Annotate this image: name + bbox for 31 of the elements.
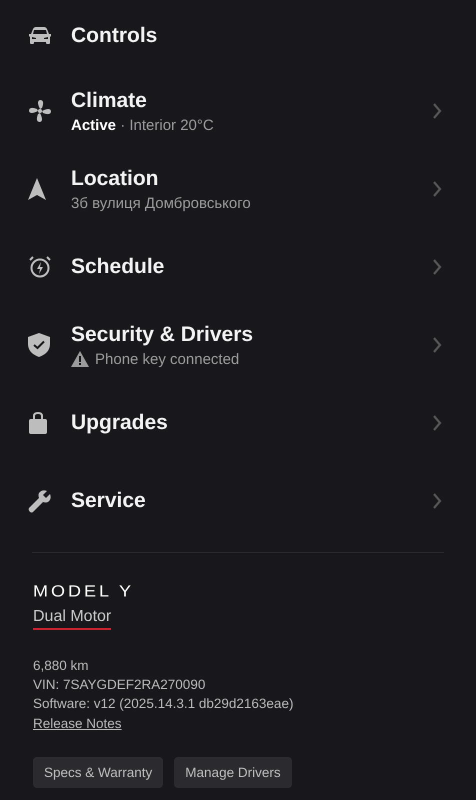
action-button[interactable]: Specs & Warranty [33, 757, 164, 788]
shopping-bag-icon [28, 412, 48, 434]
vin-text: VIN: 7SAYGDEF2RA270090 [33, 676, 206, 694]
menu-item-title[interactable]: Service [71, 489, 146, 513]
chevron-right-icon[interactable] [432, 181, 442, 197]
model-wordmark: MODEL Y [33, 582, 134, 601]
menu-item-title[interactable]: Controls [71, 24, 158, 48]
menu-item-title[interactable]: Location [71, 166, 158, 190]
wrench-icon [28, 489, 52, 513]
release-notes-link[interactable]: Release Notes [33, 714, 122, 733]
software-text: Software: v12 (2025.14.3.1 db29d2163eae) [33, 695, 294, 713]
menu-item-subtitle: Active · Interior 20°C [71, 116, 214, 134]
chevron-right-icon[interactable] [432, 493, 442, 509]
chevron-right-icon[interactable] [432, 103, 442, 119]
menu-item-subtitle: 3б вулиця Домбровського [71, 194, 251, 212]
menu-item-title[interactable]: Upgrades [71, 411, 168, 435]
menu-item-title[interactable]: Schedule [71, 255, 164, 279]
menu-item-title[interactable]: Climate [71, 88, 147, 112]
action-button[interactable]: Manage Drivers [174, 757, 292, 788]
menu-item-subtitle: Phone key connected [95, 350, 240, 368]
menu-item-title[interactable]: Security & Drivers [71, 322, 254, 346]
alarm-clock-icon [28, 255, 52, 279]
car-icon [28, 27, 52, 45]
trim-tab[interactable]: Dual Motor [33, 608, 112, 630]
chevron-right-icon[interactable] [432, 337, 442, 353]
odometer-text: 6,880 km [33, 657, 89, 675]
chevron-right-icon[interactable] [432, 259, 442, 275]
chevron-right-icon[interactable] [432, 415, 442, 431]
shield-check-icon [28, 333, 50, 357]
navigation-arrow-icon [28, 178, 46, 200]
fan-icon [28, 99, 52, 123]
